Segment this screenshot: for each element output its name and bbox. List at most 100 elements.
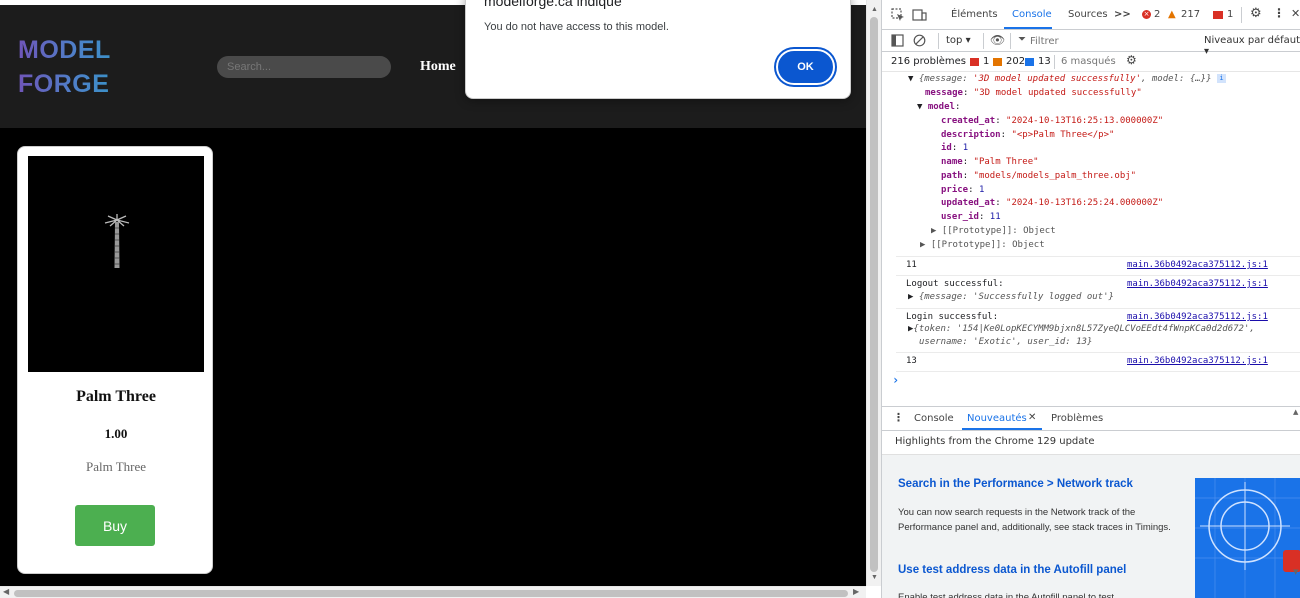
log-login-object[interactable]: ▶{token: '154|Ke0LopKECYMM9bjxn8L57ZyeQL…: [908, 324, 1255, 334]
drawer-scroll-up-icon[interactable]: ▲: [1293, 408, 1298, 416]
prototype-outer[interactable]: ▶ [[Prototype]]: Object: [920, 240, 1045, 250]
close-devtools-icon[interactable]: ✕: [1291, 7, 1300, 20]
collapsed-triangle-icon[interactable]: ▶: [931, 226, 942, 236]
site-logo-line-2[interactable]: FORGE: [18, 70, 109, 99]
prototype-outer-text: [[Prototype]]: Object: [930, 240, 1045, 250]
issues-error-icon: [970, 58, 979, 66]
scroll-right-arrow-icon[interactable]: ▶: [853, 587, 859, 596]
scroll-up-arrow-icon[interactable]: ▲: [871, 6, 878, 13]
tab-elements[interactable]: Éléments: [951, 9, 998, 20]
vertical-scroll-thumb[interactable]: [870, 17, 878, 572]
alert-dialog: modelforge.ca indique You do not have ac…: [465, 0, 851, 99]
field-val: "models/models_palm_three.obj": [973, 171, 1137, 181]
source-link[interactable]: main.36b0492aca375112.js:1: [1127, 312, 1268, 322]
settings-gear-icon[interactable]: ⚙: [1250, 6, 1262, 21]
log-entry-13: 13: [906, 356, 917, 366]
log-login-object-cont: username: 'Exotic', user_id: 13}: [919, 337, 1092, 347]
drawer-tab-console[interactable]: Console: [914, 413, 954, 424]
live-expression-eye-icon[interactable]: 👁: [990, 33, 1005, 47]
scroll-left-arrow-icon[interactable]: ◀: [3, 587, 9, 596]
prototype-inner[interactable]: ▶ [[Prototype]]: Object: [931, 226, 1056, 236]
obj-line-message: message: "3D model updated successfully": [925, 88, 1142, 98]
model-viewer[interactable]: [28, 156, 204, 372]
issues-bar[interactable]: 216 problèmes : 1 202 13 6 masqués ⚙: [882, 52, 1300, 72]
palm-tree-model: [104, 214, 130, 268]
drawer-scroll-down-icon[interactable]: ▼: [1293, 568, 1298, 576]
more-tabs-button[interactable]: >>: [1114, 9, 1131, 20]
toolbar-divider: [983, 33, 984, 49]
source-link[interactable]: main.36b0492aca375112.js:1: [1127, 356, 1268, 366]
summary-key-model: model: [1151, 74, 1179, 84]
model-field-id: id: 1: [941, 143, 969, 153]
source-link[interactable]: main.36b0492aca375112.js:1: [1127, 260, 1268, 270]
issues-info-icon: [1025, 58, 1034, 66]
tab-console-underline: [1004, 27, 1052, 29]
obj-val: "3D model updated successfully": [973, 88, 1142, 98]
more-options-icon[interactable]: ⋮: [1273, 6, 1285, 20]
log-object-summary[interactable]: ▼ {message: '3D model updated successful…: [908, 74, 1226, 84]
tab-console[interactable]: Console: [1012, 9, 1052, 20]
whats-new-heading-2[interactable]: Use test address data in the Autofill pa…: [898, 564, 1126, 576]
buy-button[interactable]: Buy: [75, 505, 155, 546]
collapsed-triangle-icon[interactable]: ▶: [908, 292, 919, 302]
page-horizontal-scrollbar[interactable]: ◀ ▶: [0, 586, 866, 598]
device-toolbar-icon[interactable]: [912, 8, 927, 22]
field-val: "<p>Palm Three</p>": [1011, 130, 1115, 140]
console-filter-input[interactable]: [1030, 33, 1190, 49]
horizontal-scroll-thumb[interactable]: [14, 590, 848, 597]
issues-count[interactable]: 1: [1227, 9, 1233, 20]
logout-object-text: {message: 'Successfully logged out'}: [918, 292, 1114, 302]
source-link[interactable]: main.36b0492aca375112.js:1: [1127, 279, 1268, 289]
decorative-circles-icon: [1195, 478, 1300, 598]
drawer-tab-problems[interactable]: Problèmes: [1051, 413, 1103, 424]
alert-ok-button[interactable]: OK: [778, 51, 833, 83]
model-field-updated-at: updated_at: "2024-10-13T16:25:24.000000Z…: [941, 198, 1164, 208]
expand-triangle-icon[interactable]: ▼: [917, 102, 928, 112]
model-field-name: name: "Palm Three": [941, 157, 1039, 167]
summary-val-model: {…}}: [1189, 74, 1212, 84]
whats-new-heading-1[interactable]: Search in the Performance > Network trac…: [898, 478, 1133, 490]
field-key: user_id: [941, 212, 979, 222]
tab-sources[interactable]: Sources: [1068, 9, 1108, 20]
field-val: "2024-10-13T16:25:24.000000Z": [1006, 198, 1164, 208]
object-info-icon[interactable]: i: [1216, 74, 1226, 83]
expand-triangle-icon[interactable]: ▼: [908, 74, 919, 84]
site-search-input[interactable]: [217, 56, 391, 78]
devtools-panel: Éléments Console Sources >> × 2 ▲ 217 1 …: [881, 0, 1300, 598]
field-key: price: [941, 185, 969, 195]
log-logout-object[interactable]: ▶ {message: 'Successfully logged out'}: [908, 292, 1114, 302]
site-logo-line-1[interactable]: MODEL: [18, 36, 111, 65]
whats-new-highlights: Highlights from the Chrome 129 update: [895, 436, 1095, 447]
error-count[interactable]: 2: [1154, 9, 1160, 20]
console-settings-gear-icon[interactable]: ⚙: [1126, 53, 1137, 67]
whats-new-paragraph-1: You can now search requests in the Netwo…: [898, 507, 1171, 533]
login-object-line2: username: 'Exotic', user_id: 13}: [919, 337, 1093, 347]
sidebar-toggle-icon[interactable]: [891, 34, 904, 47]
field-val: 1: [978, 185, 985, 195]
issues-warning-count: 202: [1006, 56, 1026, 67]
warning-count[interactable]: 217: [1181, 9, 1200, 20]
drawer-menu-icon[interactable]: ⋮: [893, 411, 904, 424]
obj-line-model[interactable]: ▼ model:: [917, 102, 960, 112]
field-val: "Palm Three": [973, 157, 1039, 167]
close-tab-icon[interactable]: ✕: [1028, 412, 1036, 423]
issues-label: 216 problèmes :: [891, 56, 973, 67]
scroll-down-arrow-icon[interactable]: ▼: [871, 574, 878, 581]
filter-funnel-icon: ⏷: [1018, 34, 1026, 45]
console-prompt[interactable]: ›: [892, 373, 899, 387]
model-field-path: path: "models/models_palm_three.obj": [941, 171, 1137, 181]
summary-key-message: message: [924, 74, 963, 84]
alert-title: modelforge.ca indique: [484, 0, 622, 9]
page-vertical-scrollbar[interactable]: ▲ ▼: [866, 0, 881, 586]
inspect-element-icon[interactable]: [891, 8, 905, 22]
clear-console-icon[interactable]: [913, 34, 926, 47]
field-key: path: [941, 171, 963, 181]
issues-warning-icon: [993, 58, 1002, 66]
context-selector[interactable]: top ▾: [946, 35, 971, 46]
drawer-tab-whats-new[interactable]: Nouveautés: [967, 413, 1027, 424]
issues-divider: [1054, 55, 1055, 69]
drawer-scrollbar[interactable]: ▲ ▼: [1292, 408, 1300, 578]
nav-home-link[interactable]: Home: [420, 59, 456, 75]
collapsed-triangle-icon[interactable]: ▶: [920, 240, 931, 250]
product-price: 1.00: [104, 426, 128, 441]
